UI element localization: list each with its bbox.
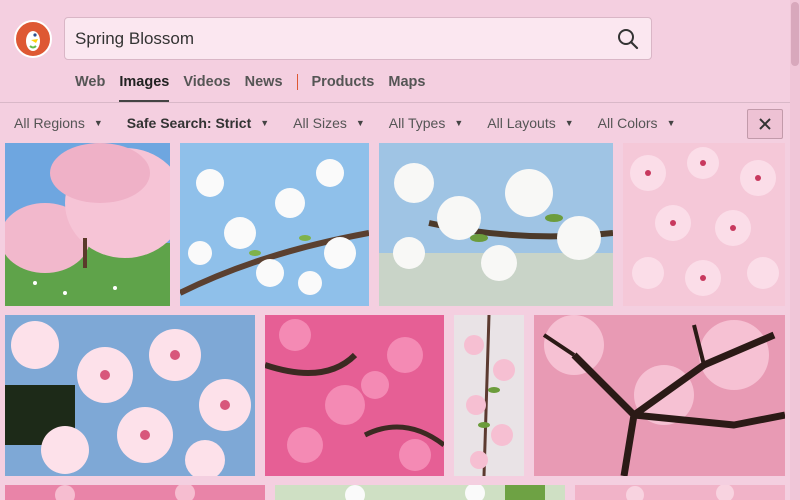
tab-videos[interactable]: Videos: [183, 72, 230, 102]
tab-divider: [296, 74, 298, 90]
close-filters-button[interactable]: [747, 109, 783, 139]
filter-types[interactable]: All Types ▼: [389, 115, 463, 131]
duckduckgo-logo-icon[interactable]: [14, 20, 52, 58]
image-thumbnail: [180, 143, 369, 306]
image-result[interactable]: [534, 315, 785, 476]
close-icon: [759, 118, 771, 130]
image-thumbnail: [5, 315, 255, 476]
filter-label: All Colors: [597, 115, 658, 131]
filter-regions[interactable]: All Regions ▼: [14, 115, 103, 131]
image-result[interactable]: [5, 143, 170, 306]
page-scrollbar[interactable]: [790, 0, 800, 500]
image-result[interactable]: [623, 143, 785, 306]
image-thumbnail: [575, 485, 785, 500]
image-result[interactable]: [275, 485, 565, 500]
caret-down-icon: ▼: [260, 118, 270, 128]
search-tabs: Web Images Videos News Products Maps: [75, 72, 439, 102]
filter-bar: All Regions ▼ Safe Search: Strict ▼ All …: [0, 102, 790, 142]
search-input[interactable]: [75, 18, 605, 59]
image-thumbnail: [265, 315, 444, 476]
tab-news[interactable]: News: [245, 72, 283, 102]
image-thumbnail: [454, 315, 524, 476]
scrollbar-thumb[interactable]: [791, 2, 799, 66]
image-thumbnail: [623, 143, 785, 306]
caret-down-icon: ▼: [93, 118, 103, 128]
image-result[interactable]: [180, 143, 369, 306]
filter-label: All Layouts: [487, 115, 556, 131]
filter-layouts[interactable]: All Layouts ▼: [487, 115, 573, 131]
filter-sizes[interactable]: All Sizes ▼: [293, 115, 365, 131]
image-result[interactable]: [379, 143, 613, 306]
caret-down-icon: ▼: [564, 118, 574, 128]
image-thumbnail: [5, 143, 170, 306]
filter-label: All Regions: [14, 115, 85, 131]
search-box: [64, 17, 652, 60]
image-thumbnail: [534, 315, 785, 476]
filter-label: All Types: [388, 115, 446, 131]
image-result[interactable]: [454, 315, 524, 476]
filter-label: All Sizes: [293, 115, 347, 131]
image-result[interactable]: [575, 485, 785, 500]
search-button[interactable]: [613, 24, 643, 54]
tab-products[interactable]: Products: [312, 72, 375, 102]
filter-label: Safe Search: Strict: [126, 115, 252, 131]
image-result[interactable]: [265, 315, 444, 476]
tab-images[interactable]: Images: [119, 72, 169, 102]
header: Web Images Videos News Products Maps: [0, 0, 790, 102]
image-thumbnail: [379, 143, 613, 306]
filter-colors[interactable]: All Colors ▼: [598, 115, 676, 131]
image-thumbnail: [5, 485, 265, 500]
caret-down-icon: ▼: [355, 118, 365, 128]
search-icon: [618, 29, 639, 50]
tab-maps[interactable]: Maps: [388, 72, 425, 102]
tab-web[interactable]: Web: [75, 72, 105, 102]
image-result[interactable]: [5, 315, 255, 476]
caret-down-icon: ▼: [454, 118, 464, 128]
image-result[interactable]: [5, 485, 265, 500]
image-thumbnail: [275, 485, 565, 500]
filter-safe-search[interactable]: Safe Search: Strict ▼: [127, 115, 269, 131]
caret-down-icon: ▼: [666, 118, 676, 128]
